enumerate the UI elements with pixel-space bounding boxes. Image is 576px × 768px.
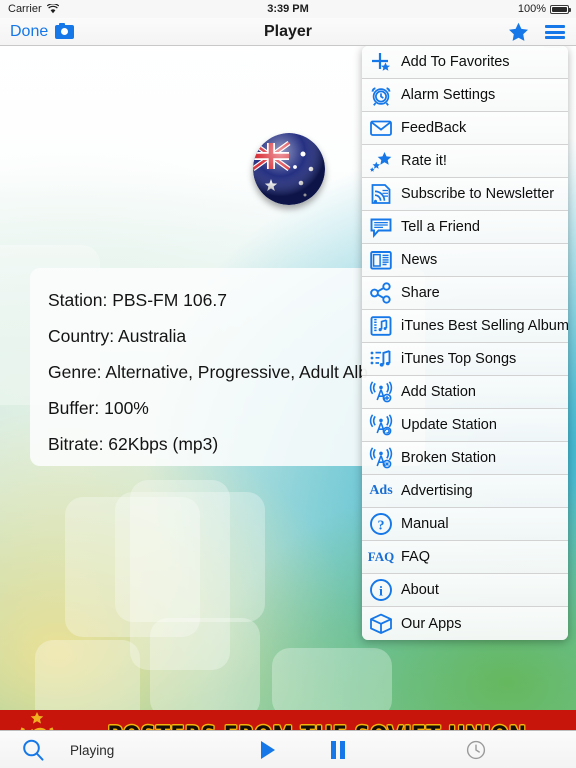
info-row-bitrate: Bitrate: 62Kbps (mp3) xyxy=(48,434,219,454)
chat-bubble-icon xyxy=(369,215,393,239)
battery-icon xyxy=(550,4,571,14)
menu-item-add-to-favorites[interactable]: Add To Favorites xyxy=(362,46,568,79)
battery-percent-label: 100% xyxy=(517,3,546,15)
menu-item-label: Alarm Settings xyxy=(401,87,496,103)
svg-text:?: ? xyxy=(378,518,385,533)
play-icon xyxy=(261,741,275,759)
menu-item-label: Share xyxy=(401,285,440,301)
info-row-country: Country: Australia xyxy=(48,326,187,346)
pause-button[interactable] xyxy=(310,731,366,768)
menu-item-add-station[interactable]: Add Station xyxy=(362,376,568,409)
menu-item-label: Subscribe to Newsletter xyxy=(401,186,555,202)
search-icon xyxy=(23,739,44,761)
song-list-icon xyxy=(369,347,393,371)
page-title: Player xyxy=(263,23,313,40)
info-row-buffer: Buffer: 100% xyxy=(48,398,149,418)
search-button[interactable] xyxy=(10,731,56,768)
album-music-icon xyxy=(369,314,393,338)
sleep-timer-button[interactable] xyxy=(448,731,504,768)
menu-item-tell-a-friend[interactable]: Tell a Friend xyxy=(362,211,568,244)
info-row-station: Station: PBS-FM 106.7 xyxy=(48,290,227,310)
info-row-genre: Genre: Alternative, Progressive, Adult A… xyxy=(48,362,369,382)
menu-item-label: Tell a Friend xyxy=(401,219,480,235)
menu-item-label: Manual xyxy=(401,516,449,532)
australia-flag-globe-icon xyxy=(253,133,325,205)
hamburger-menu-icon[interactable] xyxy=(545,25,565,39)
background-square xyxy=(150,618,260,718)
background-square xyxy=(272,648,392,718)
menu-item-advertising[interactable]: Ads Advertising xyxy=(362,475,568,508)
question-circle-icon: ? xyxy=(369,512,393,536)
menu-item-label: Advertising xyxy=(401,483,473,499)
bottom-toolbar: Playing xyxy=(0,730,576,768)
menu-item-label: News xyxy=(401,252,438,268)
menu-item-news[interactable]: News xyxy=(362,244,568,277)
menu-item-broken-station[interactable]: Broken Station xyxy=(362,442,568,475)
stars-icon xyxy=(369,149,393,173)
status-bar-right: 100% xyxy=(517,3,571,15)
add-to-favorites-icon xyxy=(369,50,393,74)
menu-item-manual[interactable]: ? Manual xyxy=(362,508,568,541)
play-button[interactable] xyxy=(240,731,296,768)
menu-item-faq[interactable]: FAQ FAQ xyxy=(362,541,568,574)
menu-item-label: Broken Station xyxy=(401,450,497,466)
menu-item-itunes-top-songs[interactable]: iTunes Top Songs xyxy=(362,343,568,376)
app-root: Carrier 3:39 PM 100% Done Player Station… xyxy=(0,0,576,768)
menu-item-alarm-settings[interactable]: Alarm Settings xyxy=(362,79,568,112)
alarm-clock-icon xyxy=(369,83,393,107)
menu-item-our-apps[interactable]: Our Apps xyxy=(362,607,568,640)
menu-item-label: iTunes Best Selling Albums xyxy=(401,318,568,334)
menu-item-feedback[interactable]: FeedBack xyxy=(362,112,568,145)
rss-document-icon xyxy=(369,182,393,206)
faq-text-icon: FAQ xyxy=(367,549,395,564)
radio-tower-add-icon xyxy=(369,380,393,404)
menu-item-label: Update Station xyxy=(401,417,497,433)
share-nodes-icon xyxy=(369,281,393,305)
menu-item-label: FeedBack xyxy=(401,120,467,136)
menu-item-label: About xyxy=(401,582,439,598)
status-bar-time: 3:39 PM xyxy=(267,3,309,15)
menu-item-label: iTunes Top Songs xyxy=(401,351,517,367)
box-icon xyxy=(369,612,393,636)
menu-item-share[interactable]: Share xyxy=(362,277,568,310)
nav-bar: Done Player xyxy=(0,18,576,46)
clock-icon xyxy=(466,740,486,760)
envelope-icon xyxy=(369,116,393,140)
status-bar: Carrier 3:39 PM 100% xyxy=(0,0,576,18)
menu-item-update-station[interactable]: Update Station xyxy=(362,409,568,442)
background-square xyxy=(115,492,265,622)
playback-status-label: Playing xyxy=(70,742,115,758)
svg-text:i: i xyxy=(379,585,383,600)
info-circle-icon: i xyxy=(369,578,393,602)
options-popover-menu: Add To Favorites Alarm Settings FeedBack… xyxy=(362,46,568,640)
newspaper-icon xyxy=(369,248,393,272)
menu-item-subscribe-to-newsletter[interactable]: Subscribe to Newsletter xyxy=(362,178,568,211)
radio-tower-broken-icon xyxy=(369,446,393,470)
menu-item-label: FAQ xyxy=(401,549,431,565)
menu-item-about[interactable]: i About xyxy=(362,574,568,607)
menu-item-rate-it[interactable]: Rate it! xyxy=(362,145,568,178)
menu-item-label: Rate it! xyxy=(401,153,447,169)
nav-bar-right xyxy=(508,18,565,46)
pause-icon xyxy=(331,741,345,759)
radio-tower-update-icon xyxy=(369,413,393,437)
menu-item-label: Add Station xyxy=(401,384,476,400)
star-icon[interactable] xyxy=(508,22,529,42)
menu-item-label: Our Apps xyxy=(401,615,462,632)
ads-text-icon: Ads xyxy=(369,483,393,498)
menu-item-label: Add To Favorites xyxy=(401,54,510,70)
menu-item-itunes-best-selling-albums[interactable]: iTunes Best Selling Albums xyxy=(362,310,568,343)
